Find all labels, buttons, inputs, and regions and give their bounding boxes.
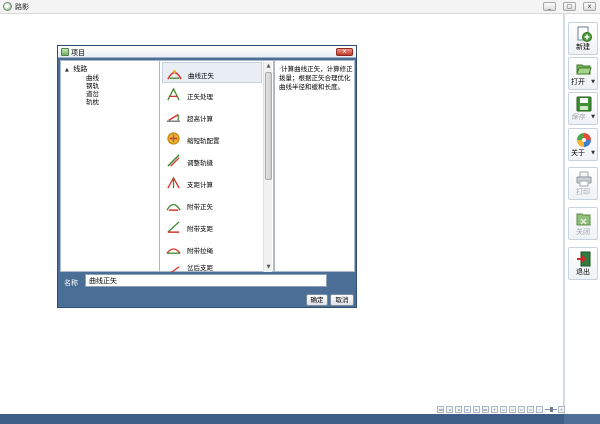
list-item[interactable]: 附带支距: [162, 216, 262, 237]
list-item-label: 超高计算: [187, 115, 213, 123]
list-item[interactable]: 调整轨缝: [162, 150, 262, 171]
dialog-title-bar[interactable]: 项目 x: [58, 46, 356, 58]
dialog-close-button[interactable]: x: [336, 48, 353, 56]
project-dialog: 项目 x ▲ 线路 曲线 钢轨 道岔 轨枕 曲线正矢 正矢处理 超高计算 缩短轨…: [57, 45, 357, 308]
zoom-out-button[interactable]: -: [536, 406, 543, 413]
print-label: 打印: [576, 188, 590, 196]
restore-button[interactable]: ▢: [563, 2, 576, 11]
about-button[interactable]: 关于 ▼: [568, 128, 598, 161]
category-tree: ▲ 线路 曲线 钢轨 道岔 轨枕: [60, 60, 160, 272]
attached-vector-icon: [166, 203, 181, 211]
description-pane: ·计算曲线正矢，计算修正拨量；根据正矢合理优化曲线半径和缓和长度。: [274, 60, 355, 272]
list-item-label: 缩短轨配置: [187, 137, 220, 145]
exit-door-icon: [577, 251, 591, 267]
exit-button[interactable]: 退出: [568, 247, 598, 280]
zoom-slider-thumb[interactable]: [550, 407, 553, 412]
list-item[interactable]: 附带拉绳: [162, 238, 262, 259]
list-item[interactable]: 支距计算: [162, 172, 262, 193]
tree-root-route[interactable]: ▲ 线路: [65, 64, 87, 74]
name-input[interactable]: [85, 274, 327, 287]
open-button[interactable]: 打开 ▼: [568, 57, 598, 90]
first-page-button[interactable]: ◂◂: [437, 406, 444, 413]
rail-gap-icon: [167, 154, 180, 167]
list-item-label: 调整轨缝: [187, 159, 213, 167]
add-page-button[interactable]: +: [491, 406, 498, 413]
attached-offset-icon: [167, 221, 180, 233]
close-project-button[interactable]: 关闭: [568, 207, 598, 240]
list-item-label: 正矢处理: [187, 93, 213, 101]
tree-collapse-icon[interactable]: ▲: [65, 67, 71, 73]
save-button[interactable]: 保存 ▼: [568, 92, 598, 125]
new-document-icon: [577, 26, 592, 42]
tree-item-sleeper[interactable]: 轨枕: [86, 96, 99, 106]
close-project-label: 关闭: [576, 228, 590, 236]
window-close-button[interactable]: x: [583, 2, 596, 11]
function-description: ·计算曲线正矢，计算修正拨量；根据正矢合理优化曲线半径和缓和长度。: [279, 65, 353, 91]
close-folder-icon: [576, 213, 591, 226]
short-rail-icon: [167, 132, 180, 145]
superelevation-icon: [166, 113, 181, 122]
project-icon: [61, 48, 69, 56]
scroll-up-icon[interactable]: ▲: [264, 62, 273, 71]
status-bar-main: [0, 414, 564, 424]
print-button[interactable]: 打印: [568, 167, 598, 200]
about-pinwheel-icon: [577, 133, 591, 147]
new-label: 新建: [576, 43, 590, 51]
prev-button[interactable]: ◂: [455, 406, 462, 413]
list-item-label: 附带正矢: [187, 203, 213, 211]
last-page-button[interactable]: ▸▸: [482, 406, 489, 413]
curve-correction-icon: [167, 70, 182, 80]
app-title: 路影: [15, 3, 29, 11]
list-item[interactable]: 正矢处理: [162, 84, 262, 105]
list-item[interactable]: 曲线正矢: [162, 62, 262, 83]
list-item-label: 支距计算: [187, 181, 213, 189]
right-toolbar: 新建 打开 ▼ 保存 ▼ 关于 ▼ 打印 关闭 退出: [564, 14, 600, 414]
next-page-button[interactable]: ▸: [473, 406, 480, 413]
turnout-offset-icon: [170, 266, 180, 272]
exit-label: 退出: [576, 268, 590, 276]
folder-open-icon: [576, 64, 592, 75]
function-list: 曲线正矢 正矢处理 超高计算 缩短轨配置 调整轨缝 支距计算 附带正矢 附带支距…: [159, 60, 274, 272]
scroll-thumb[interactable]: [265, 72, 272, 180]
vector-process-icon: [167, 87, 180, 101]
list-item[interactable]: 附带正矢: [162, 194, 262, 215]
view-button-3[interactable]: ▫: [518, 406, 525, 413]
list-item-label: 曲线正矢: [188, 72, 214, 80]
view-button-4[interactable]: ▫: [527, 406, 534, 413]
list-item[interactable]: 缩短轨配置: [162, 128, 262, 149]
view-button-2[interactable]: ▫: [509, 406, 516, 413]
prev-page-button[interactable]: ◂: [446, 406, 453, 413]
title-bar: 路影 _ ▢ x: [0, 0, 600, 14]
about-dropdown-icon[interactable]: ▼: [591, 150, 595, 156]
zoom-in-button[interactable]: +: [558, 406, 565, 413]
save-disk-icon: [576, 96, 592, 112]
view-button-1[interactable]: ▫: [500, 406, 507, 413]
list-item[interactable]: 超高计算: [162, 106, 262, 127]
new-button[interactable]: 新建: [568, 22, 598, 55]
list-item-label: 附带支距: [187, 225, 213, 233]
dialog-title: 项目: [71, 49, 85, 57]
list-scrollbar[interactable]: ▲ ▼: [263, 62, 272, 272]
printer-icon: [576, 171, 592, 187]
ok-button[interactable]: 确定: [306, 294, 328, 306]
scroll-down-icon[interactable]: ▼: [264, 263, 273, 272]
save-dropdown-icon[interactable]: ▼: [591, 114, 595, 120]
list-item-label: 附带拉绳: [187, 247, 213, 255]
open-dropdown-icon[interactable]: ▼: [591, 79, 595, 85]
app-logo-icon: [3, 2, 12, 11]
cancel-button[interactable]: 取消: [330, 294, 354, 306]
name-label: 名称: [64, 279, 78, 287]
attached-rope-icon: [166, 248, 181, 254]
minimize-button[interactable]: _: [543, 2, 556, 11]
list-item-label: 岔后支距: [187, 264, 213, 272]
offset-calc-icon: [167, 176, 180, 189]
list-item[interactable]: 岔后支距: [162, 260, 262, 272]
next-button[interactable]: ▸: [464, 406, 471, 413]
